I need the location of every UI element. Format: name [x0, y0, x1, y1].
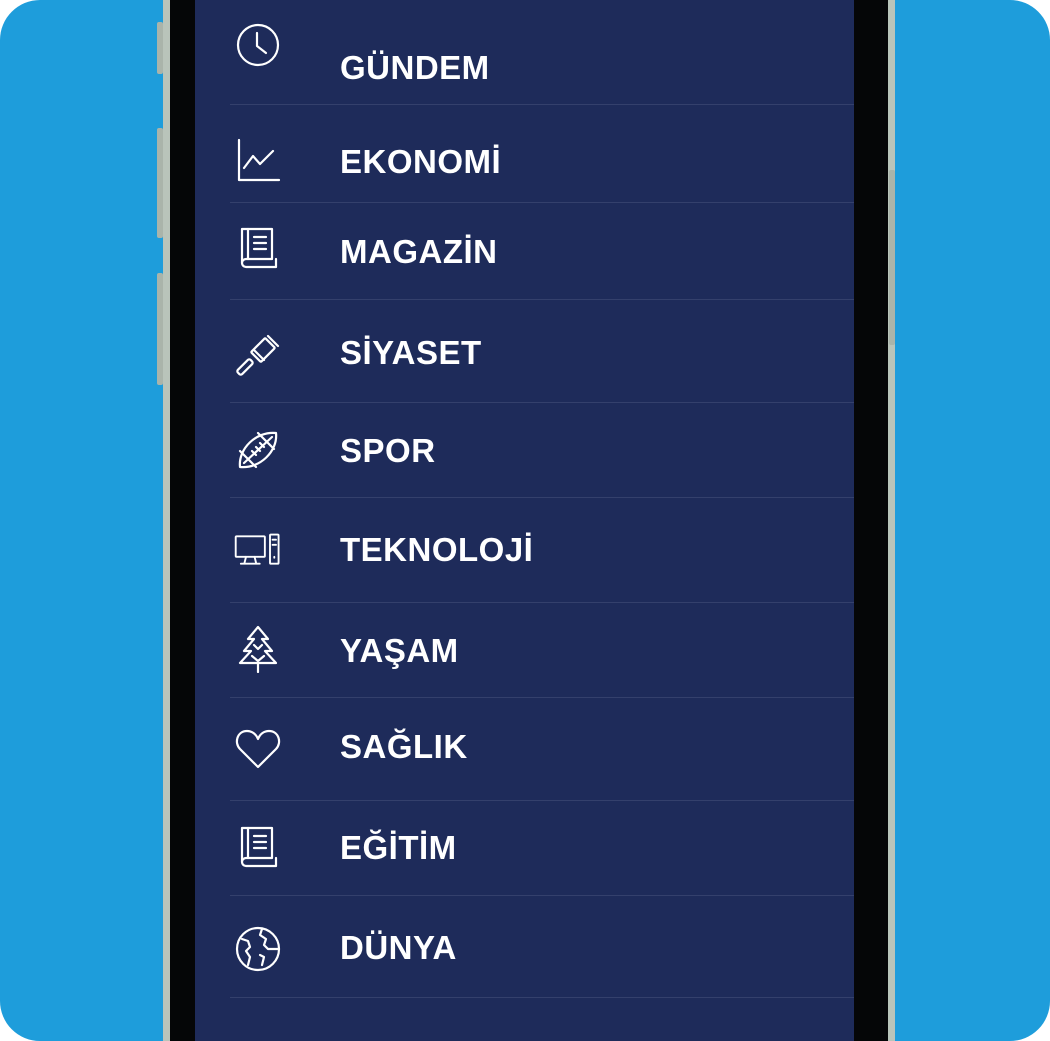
menu-item-spor[interactable]: SPOR: [230, 403, 854, 498]
menu-item-label: SPOR: [340, 432, 436, 469]
menu-item-label: SİYASET: [340, 334, 482, 371]
phone-volume-down-button: [157, 273, 163, 385]
menu-item-dunya[interactable]: DÜNYA: [230, 896, 854, 998]
category-menu: GÜNDEM EKONOMİ MAGAZİN SİYASET SPOR TEKN…: [230, 0, 854, 998]
book-icon: [234, 223, 282, 271]
menu-item-magazin[interactable]: MAGAZİN: [230, 203, 854, 300]
menu-item-ekonomi[interactable]: EKONOMİ: [230, 105, 854, 203]
pine-tree-icon: [234, 625, 282, 673]
desktop-computer-icon: [234, 526, 282, 574]
menu-item-saglik[interactable]: SAĞLIK: [230, 698, 854, 801]
heart-icon: [234, 725, 282, 773]
menu-item-label: EKONOMİ: [340, 143, 502, 180]
phone-volume-up-button: [157, 128, 163, 238]
menu-item-label: GÜNDEM: [340, 49, 490, 86]
clock-icon: [234, 21, 282, 69]
menu-item-teknoloji[interactable]: TEKNOLOJİ: [230, 498, 854, 603]
background: GÜNDEM EKONOMİ MAGAZİN SİYASET SPOR TEKN…: [0, 0, 1050, 1041]
football-icon: [234, 427, 282, 475]
gavel-icon: [234, 330, 282, 378]
phone-power-button: [889, 170, 895, 345]
menu-item-gundem[interactable]: GÜNDEM: [230, 0, 854, 105]
menu-item-label: YAŞAM: [340, 632, 459, 669]
menu-item-label: DÜNYA: [340, 929, 457, 966]
menu-item-siyaset[interactable]: SİYASET: [230, 300, 854, 403]
menu-item-egitim[interactable]: EĞİTİM: [230, 801, 854, 896]
line-chart-icon: [234, 136, 282, 184]
menu-item-label: MAGAZİN: [340, 233, 498, 270]
book-icon: [234, 822, 282, 870]
menu-item-label: SAĞLIK: [340, 728, 468, 765]
phone-screen: GÜNDEM EKONOMİ MAGAZİN SİYASET SPOR TEKN…: [195, 0, 854, 1041]
globe-icon: [234, 925, 282, 973]
menu-item-label: TEKNOLOJİ: [340, 531, 534, 568]
phone-side-button: [157, 22, 163, 74]
menu-item-label: EĞİTİM: [340, 829, 457, 866]
menu-item-yasam[interactable]: YAŞAM: [230, 603, 854, 698]
